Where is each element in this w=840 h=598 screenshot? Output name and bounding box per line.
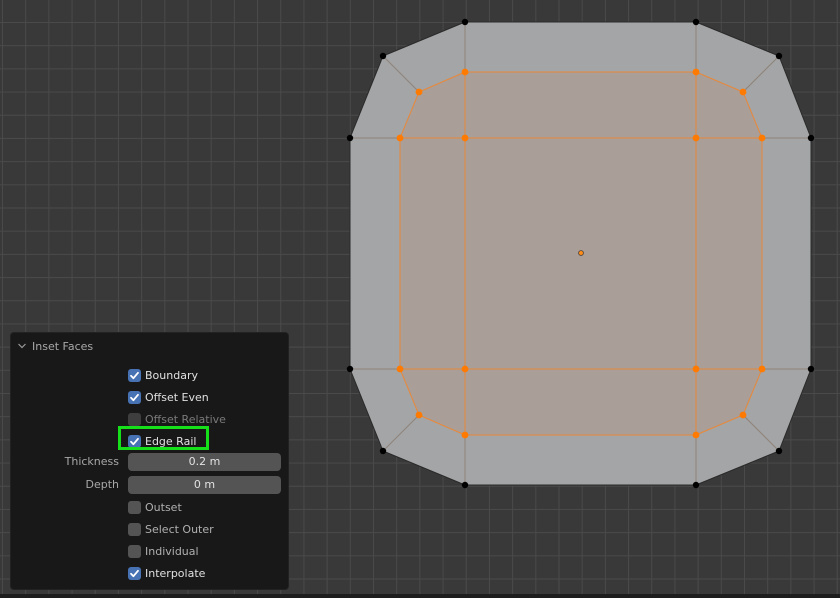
vertex-unselected[interactable]	[346, 365, 354, 373]
checkmark-icon	[130, 371, 139, 379]
checkbox-edge-rail[interactable]: Edge Rail	[128, 433, 196, 449]
object-origin-icon	[578, 250, 584, 256]
checkbox-checked-icon[interactable]	[128, 390, 141, 404]
vertex-selected[interactable]	[692, 365, 700, 373]
vertex-selected[interactable]	[461, 134, 469, 142]
checkbox-unchecked-icon	[128, 412, 141, 426]
vertex-unselected[interactable]	[692, 481, 700, 489]
checkbox-checked-icon[interactable]	[128, 566, 141, 580]
checkbox-label: Edge Rail	[145, 434, 197, 448]
checkbox-label: Select Outer	[145, 522, 214, 536]
vertex-selected[interactable]	[739, 88, 747, 96]
vertex-selected[interactable]	[758, 365, 766, 373]
vertex-unselected[interactable]	[807, 134, 815, 142]
checkbox-outset[interactable]: Outset	[128, 499, 182, 515]
vertex-unselected[interactable]	[379, 52, 387, 60]
vertex-unselected[interactable]	[461, 481, 469, 489]
thickness-field[interactable]: 0.2 m	[128, 453, 281, 471]
vertex-selected[interactable]	[415, 411, 423, 419]
checkbox-interpolate[interactable]: Interpolate	[128, 565, 205, 581]
vertex-unselected[interactable]	[461, 18, 469, 26]
vertex-unselected[interactable]	[379, 447, 387, 455]
checkbox-boundary[interactable]: Boundary	[128, 367, 198, 383]
checkbox-unchecked-icon[interactable]	[128, 544, 141, 558]
checkmark-icon	[130, 393, 139, 401]
checkmark-icon	[130, 569, 139, 577]
vertex-selected[interactable]	[692, 68, 700, 76]
checkmark-icon	[130, 437, 139, 445]
panel-header[interactable]: Inset Faces	[17, 338, 93, 354]
vertex-unselected[interactable]	[775, 52, 783, 60]
vertex-selected[interactable]	[415, 88, 423, 96]
depth-label: Depth	[85, 478, 119, 491]
thickness-label: Thickness	[64, 455, 119, 468]
vertex-selected[interactable]	[692, 431, 700, 439]
checkbox-label: Outset	[145, 500, 182, 514]
vertex-selected[interactable]	[396, 365, 404, 373]
checkbox-label: Boundary	[145, 368, 198, 382]
checkbox-unchecked-icon[interactable]	[128, 522, 141, 536]
checkbox-select-outer[interactable]: Select Outer	[128, 521, 214, 537]
chevron-down-icon[interactable]	[17, 341, 27, 351]
vertex-selected[interactable]	[692, 134, 700, 142]
vertex-unselected[interactable]	[346, 134, 354, 142]
checkbox-checked-icon[interactable]	[128, 368, 141, 382]
checkbox-checked-icon[interactable]	[128, 434, 141, 448]
depth-field[interactable]: 0 m	[128, 476, 281, 494]
checkbox-individual[interactable]: Individual	[128, 543, 199, 559]
vertex-selected[interactable]	[396, 134, 404, 142]
checkbox-label: Interpolate	[145, 566, 206, 580]
vertex-selected[interactable]	[739, 411, 747, 419]
vertex-selected[interactable]	[461, 365, 469, 373]
checkbox-unchecked-icon[interactable]	[128, 500, 141, 514]
vertex-selected[interactable]	[461, 68, 469, 76]
vertex-unselected[interactable]	[807, 365, 815, 373]
panel-title: Inset Faces	[32, 339, 94, 353]
vertex-selected[interactable]	[461, 431, 469, 439]
checkbox-label: Offset Even	[145, 390, 209, 404]
checkbox-offset-even[interactable]: Offset Even	[128, 389, 209, 405]
checkbox-offset-relative: Offset Relative	[128, 411, 226, 427]
checkbox-label: Individual	[145, 544, 199, 558]
vertex-unselected[interactable]	[775, 447, 783, 455]
checkbox-label: Offset Relative	[145, 412, 226, 426]
vertex-selected[interactable]	[758, 134, 766, 142]
vertex-unselected[interactable]	[692, 18, 700, 26]
